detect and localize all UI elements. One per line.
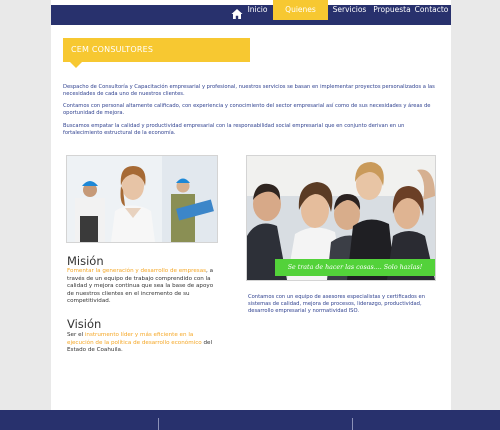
intro-paragraph-3: Buscamos empatar la calidad y productivi…	[63, 123, 405, 136]
page-title: CEM CONSULTORES	[71, 45, 154, 54]
mision-text: Fomentar la generación y desarrollo de e…	[67, 268, 217, 306]
mision-highlight: Fomentar la generación y desarrollo de e…	[67, 268, 207, 274]
nav-item-servicios[interactable]: Servicios	[330, 0, 369, 20]
nav-item-contacto[interactable]: Contacto	[414, 0, 449, 20]
vision-heading: Visión	[67, 317, 102, 331]
footer-divider	[352, 418, 353, 430]
intro-paragraph-1: Despacho de Consultoría y Capacitación e…	[63, 84, 435, 97]
vision-text: Ser el instrumento líder y más eficiente…	[67, 332, 219, 355]
nav-item-propuesta[interactable]: Propuesta	[371, 0, 413, 20]
team-caption: Se trata de hacer las cosas.... Solo haz…	[287, 264, 423, 271]
banner-tail	[70, 62, 82, 68]
team-description: Contamos con un equipo de asesores espec…	[248, 294, 426, 314]
professionals-photo	[66, 155, 218, 243]
intro-paragraph-2: Contamos con personal altamente califica…	[63, 103, 431, 116]
home-icon[interactable]	[231, 8, 243, 20]
vision-highlight: instrumento líder y más eficiente en la …	[67, 332, 202, 346]
mision-heading: Misión	[67, 254, 104, 268]
vision-pre: Ser el	[67, 332, 85, 338]
footer-bar	[0, 410, 500, 430]
nav-item-inicio[interactable]: Inicio	[244, 0, 271, 20]
footer-divider	[158, 418, 159, 430]
nav-item-quienes-somos[interactable]: Quienes somos	[273, 0, 328, 34]
